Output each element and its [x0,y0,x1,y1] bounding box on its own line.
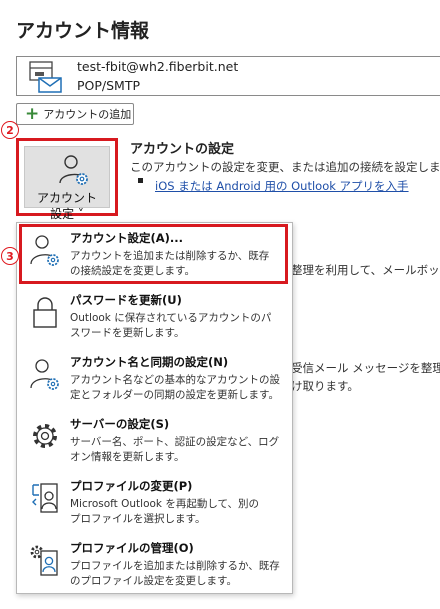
step-2-badge: 2 [1,121,19,139]
menu-item-description: プロファイルを選択します。 [70,513,206,525]
account-mail-icon [29,61,62,93]
bullet-icon [138,178,143,183]
menu-item-title: プロファイルの変更(P) [70,479,193,493]
add-account-label: アカウントの追加 [43,108,132,121]
menu-item-description: Microsoft Outlook を再起動して、別の [70,498,260,510]
menu-item-description: 定とフォルダーの同期の設定を更新します。 [70,389,279,401]
menu-item-description: サーバー名、ポート、認証の設定など、ログ [70,436,280,448]
account-selector[interactable]: test-fbit@wh2.fiberbit.net POP/SMTP [16,56,440,96]
settings-button-label: アカウント [36,191,97,205]
section-title: アカウントの設定 [130,142,235,157]
profile-switch-icon [32,483,58,513]
menu-item-title: パスワードを更新(U) [70,293,182,307]
menu-item-account-name-sync[interactable]: アカウント名と同期の設定(N) アカウント名などの基本的なアカウントの設 定とフ… [17,347,292,409]
menu-item-description: オン情報を更新します。 [70,451,185,463]
gear-icon [33,424,57,448]
menu-item-title: アカウント名と同期の設定(N) [70,355,229,369]
account-settings-button[interactable]: アカウント 設定 ˅ [16,138,118,221]
account-settings-menu: アカウント設定(A)... アカウントを追加または削除するか、既存 の接続設定を… [16,222,293,594]
menu-item-description: のプロファイル設定を変更します。 [70,575,237,587]
account-gear-icon [59,155,88,185]
menu-item-title: プロファイルの管理(O) [70,541,194,555]
page-title: アカウント情報 [16,20,150,42]
lock-icon [33,297,57,328]
menu-item-description: アカウントを追加または削除するか、既存 [70,250,270,262]
menu-item-account-settings[interactable]: アカウント設定(A)... アカウントを追加または削除するか、既存 の接続設定を… [17,223,292,285]
menu-item-server-settings[interactable]: サーバーの設定(S) サーバー名、ポート、認証の設定など、ログ オン情報を更新し… [17,409,292,471]
add-account-button[interactable]: + アカウントの追加 [16,103,134,125]
menu-item-description: Outlook に保存されているアカウントのパ [70,312,272,324]
menu-item-manage-profiles[interactable]: プロファイルの管理(O) プロファイルを追加または削除するか、既存 のプロファイ… [17,533,292,595]
background-text: け取ります。 [291,379,359,393]
menu-item-description: の接続設定を変更します。 [70,265,195,277]
menu-item-update-password[interactable]: パスワードを更新(U) Outlook に保存されているアカウントのパ スワード… [17,285,292,347]
outlook-app-link[interactable]: iOS または Android 用の Outlook アプリを入手 [155,178,409,194]
settings-button-dropdown-label: 設定 ˅ [50,207,84,221]
menu-item-title: サーバーの設定(S) [70,417,170,431]
menu-item-description: スワードを更新します。 [70,327,185,339]
step-3-badge: 3 [1,247,19,265]
background-text: 受信メール メッセージを整理し [291,361,440,375]
account-email: test-fbit@wh2.fiberbit.net [77,59,239,74]
menu-item-title: アカウント設定(A)... [70,231,184,245]
menu-item-description: プロファイルを追加または削除するか、既存 [70,560,280,572]
account-type: POP/SMTP [77,78,141,93]
plus-icon: + [25,103,40,124]
account-gear-icon [30,359,59,390]
account-gear-icon [30,235,59,266]
menu-item-description: アカウント名などの基本的なアカウントの設 [70,374,280,386]
profile-manage-icon [30,545,58,576]
menu-item-change-profile[interactable]: プロファイルの変更(P) Microsoft Outlook を再起動して、別の… [17,471,292,533]
background-text: 整理を利用して、メールボックス [291,263,440,277]
section-description: このアカウントの設定を変更、または追加の接続を設定します。 [130,160,440,174]
